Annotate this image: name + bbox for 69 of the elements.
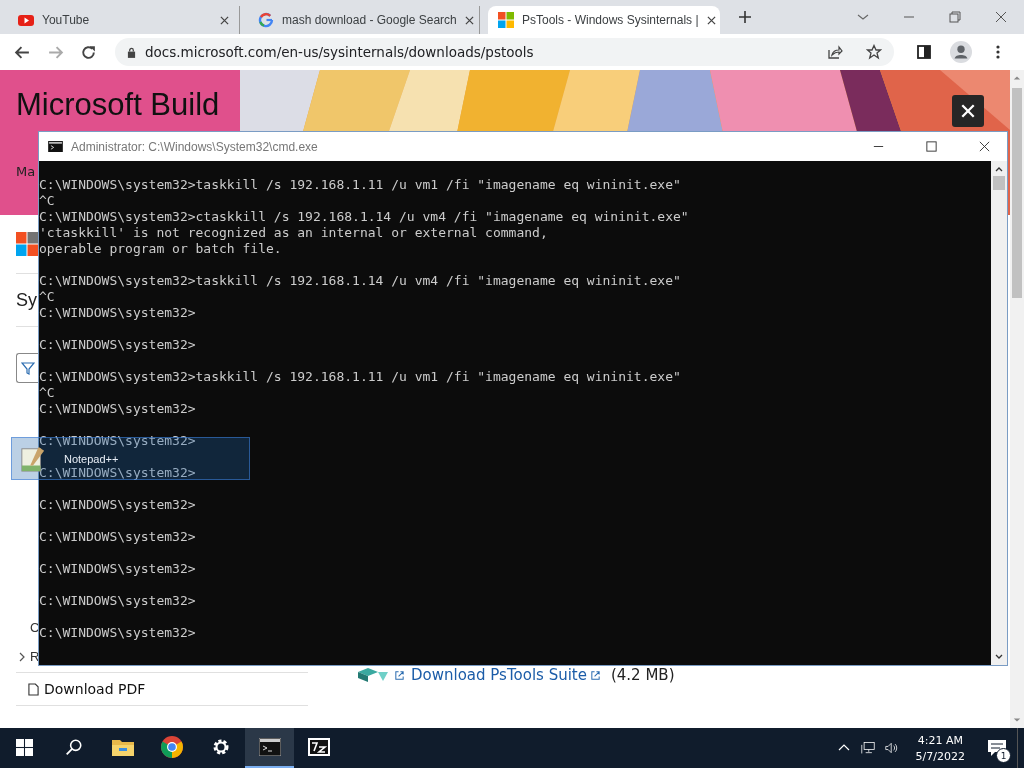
console-icon [258,738,281,756]
share-icon[interactable] [827,44,843,60]
console-line: ^C [39,193,56,209]
four-squares-logo-icon [16,232,38,256]
download-pdf-link[interactable]: Download PDF [16,672,308,706]
window-title: Administrator: C:\Windows\System32\cmd.exe [71,139,318,154]
sidebar-item[interactable]: C [18,619,40,636]
document-icon [28,682,39,696]
page-scrollbar[interactable] [1010,70,1024,728]
sidebar-item[interactable]: R [18,648,40,665]
file-size: (4.2 MB) [610,666,675,684]
console-scrollbar[interactable] [991,161,1007,665]
console-icon [48,141,63,152]
tab-title: mash download - Google Search [282,13,457,27]
banner-subtitle: Ma [16,164,36,179]
console-line: C:\WINDOWS\system32>taskkill /s 192.168.1.14 /u vm4 /fi "imagename eq wininit.exe" [39,273,682,289]
tab-title: YouTube [42,13,91,27]
archive-icon [307,738,330,756]
console-line: C:\WINDOWS\system32> [39,305,197,321]
browser-tab[interactable]: PsTools - Windows Sysinternals | [488,6,720,34]
tab-title: PsTools - Windows Sysinternals | [522,13,699,27]
console-line: C:\WINDOWS\system32>ctaskkill /s 192.168.1.14 /u vm4 /fi "imagename eq wininit.exe" [39,209,690,225]
console-line: C:\WINDOWS\system32>taskkill /s 192.168.1.11 /u vm1 /fi "imagename eq wininit.exe" [39,177,682,193]
filter-icon [20,361,35,375]
download-link[interactable]: Download PsTools Suite [411,666,601,684]
console-line: C:\WINDOWS\system32> [39,401,197,417]
search-icon [64,738,83,756]
chevron-right-icon [18,651,26,662]
console-line: C:\WINDOWS\system32>taskkill /s 192.168.1.11 /u vm1 /fi "imagename eq wininit.exe" [39,369,682,385]
console-line: C:\WINDOWS\system32> [39,593,197,609]
package-icon [358,668,388,682]
close-icon[interactable] [464,15,474,25]
close-icon[interactable] [706,15,716,25]
console-line: ^C [39,385,56,401]
external-link-icon [589,669,601,681]
scroll-thumb[interactable] [1012,88,1022,298]
close-button[interactable] [952,95,984,127]
play-logo-icon [18,12,34,28]
console-line: operable program or batch file. [39,241,283,257]
console-line: ^C [39,289,56,305]
close-icon[interactable] [220,15,229,25]
external-link-icon [394,669,405,681]
notification-badge: 1 [996,748,1011,763]
clock-date: 5/7/2022 [915,749,965,763]
sidebar-heading: Sy [16,289,37,311]
four-squares-logo-icon [498,12,514,28]
close-icon [960,103,976,119]
close-icon[interactable] [994,10,1008,24]
folder-icon [110,737,135,757]
new-tab-icon[interactable] [738,10,752,24]
console-line: C:\WINDOWS\system32> [39,561,197,577]
taskbar-button[interactable] [245,728,294,768]
restore-icon[interactable] [948,10,962,24]
console-line: 'ctaskkill' is not recognized as an internal or external command, [39,225,549,241]
banner-title: Microsoft Build [16,86,220,124]
star-icon[interactable] [866,44,882,60]
console-line: C:\WINDOWS\system32> [39,497,197,513]
console-line: C:\WINDOWS\system32> [39,337,197,353]
chrome-logo-icon [159,735,184,759]
address-field[interactable]: docs.microsoft.com/en-us/sysinternals/downloads/pstools [115,38,894,66]
scroll-thumb[interactable] [993,176,1005,190]
console-line: C:\WINDOWS\system32> [39,625,197,641]
lock-icon [127,46,136,58]
g-logo-icon [258,12,274,28]
clock-time: 4:21 AM [917,733,963,747]
drag-label: Notepad++ [64,452,119,465]
console-line: C:\WINDOWS\system32> [39,465,197,481]
console-line: C:\WINDOWS\system32> [39,529,197,545]
windows-logo-icon [16,738,33,756]
